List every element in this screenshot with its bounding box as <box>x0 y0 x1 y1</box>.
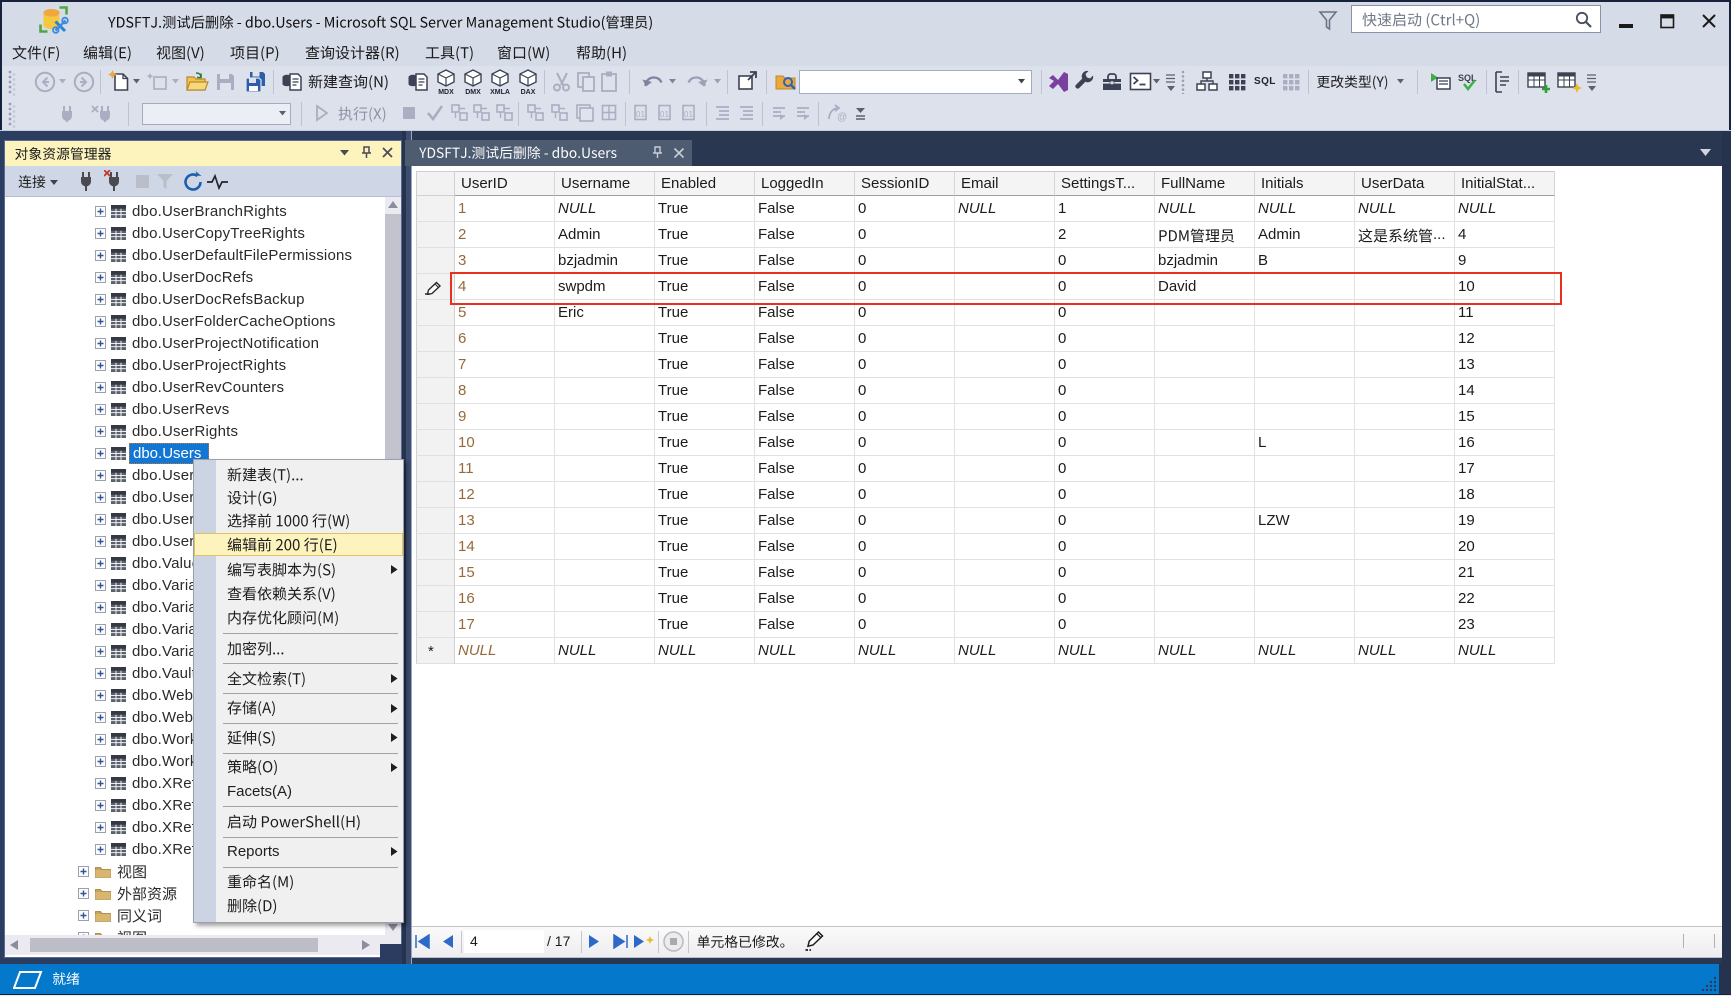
svg-text:DMX: DMX <box>465 89 481 96</box>
svg-text:@: @ <box>837 112 847 123</box>
svg-text:01: 01 <box>660 110 669 119</box>
svg-text:MDX: MDX <box>438 89 454 96</box>
svg-text:01: 01 <box>684 110 693 119</box>
svg-text:DAX: DAX <box>521 89 536 96</box>
svg-text:XMLA: XMLA <box>490 89 510 96</box>
svg-text:01: 01 <box>636 110 645 119</box>
